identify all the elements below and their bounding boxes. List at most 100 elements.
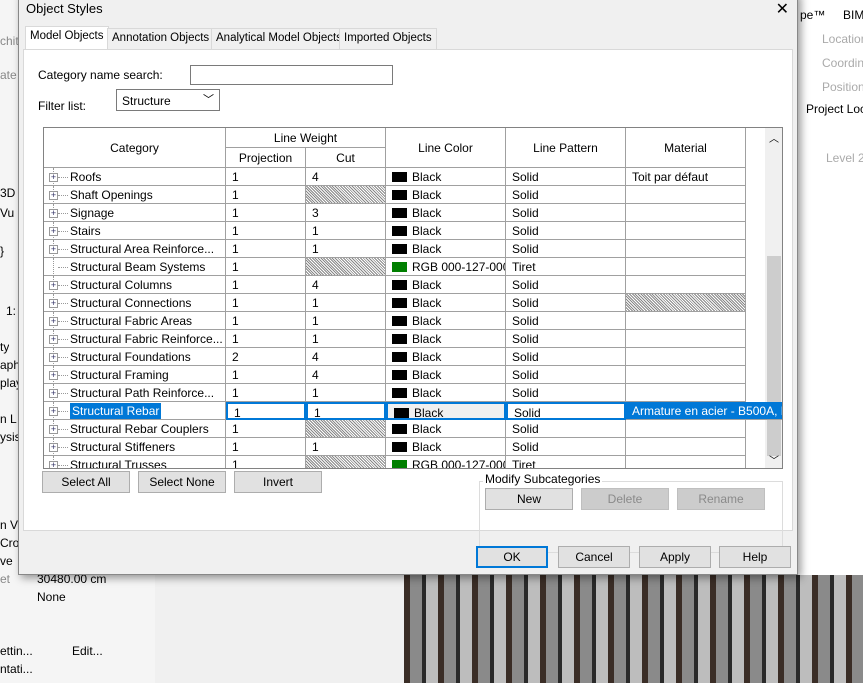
category-cell[interactable]: + Structural Rebar bbox=[44, 402, 226, 420]
cut-cell[interactable]: 1 bbox=[306, 384, 386, 402]
material-cell[interactable] bbox=[626, 294, 746, 312]
table-row[interactable]: + Structural Fabric Reinforce... 1 1 Black So… bbox=[44, 330, 765, 348]
projection-cell[interactable]: 1 bbox=[226, 186, 306, 204]
projection-cell[interactable]: 1 bbox=[226, 402, 306, 420]
projection-cell[interactable]: 1 bbox=[226, 258, 306, 276]
projection-cell[interactable]: 1 bbox=[226, 276, 306, 294]
category-search-input[interactable] bbox=[190, 65, 393, 85]
material-cell[interactable] bbox=[626, 186, 746, 204]
line-color-cell[interactable]: Black bbox=[386, 186, 506, 204]
close-icon[interactable]: ✕ bbox=[776, 0, 789, 19]
expand-icon[interactable]: + bbox=[49, 443, 58, 452]
cut-cell[interactable] bbox=[306, 420, 386, 438]
header-projection[interactable]: Projection bbox=[226, 148, 306, 168]
line-pattern-cell[interactable]: Tiret bbox=[506, 258, 626, 276]
expand-icon[interactable]: + bbox=[49, 425, 58, 434]
line-color-cell[interactable]: Black bbox=[386, 438, 506, 456]
material-cell[interactable] bbox=[626, 276, 746, 294]
material-cell[interactable] bbox=[626, 456, 746, 468]
table-row[interactable]: + Structural Columns 1 4 Black Solid bbox=[44, 276, 765, 294]
expand-icon[interactable]: + bbox=[49, 245, 58, 254]
cut-cell[interactable]: 4 bbox=[306, 276, 386, 294]
cut-cell[interactable] bbox=[306, 456, 386, 468]
cut-cell[interactable] bbox=[306, 186, 386, 204]
header-line-color[interactable]: Line Color bbox=[386, 128, 506, 168]
line-color-cell[interactable]: Black bbox=[386, 168, 506, 186]
expand-icon[interactable]: + bbox=[49, 173, 58, 182]
expand-icon[interactable]: + bbox=[49, 227, 58, 236]
line-color-cell[interactable]: Black bbox=[386, 240, 506, 258]
table-row[interactable]: + Shaft Openings 1 Black Solid bbox=[44, 186, 765, 204]
table-row[interactable]: + Structural Rebar 1 1 Black Solid Armature en… bbox=[44, 402, 782, 420]
line-color-cell[interactable]: Black bbox=[386, 330, 506, 348]
projection-cell[interactable]: 1 bbox=[226, 456, 306, 468]
projection-cell[interactable]: 1 bbox=[226, 420, 306, 438]
table-row[interactable]: + Signage 1 3 Black Solid bbox=[44, 204, 765, 222]
cut-cell[interactable]: 1 bbox=[306, 312, 386, 330]
table-row[interactable]: + Structural Trusses 1 RGB 000-127-000 Tiret bbox=[44, 456, 765, 468]
table-row[interactable]: + Roofs 1 4 Black Solid Toit par défaut bbox=[44, 168, 765, 186]
tab-analytical-model-objects[interactable]: Analytical Model Objects bbox=[211, 28, 347, 49]
category-cell[interactable]: + Structural Foundations bbox=[44, 348, 226, 366]
expand-icon[interactable]: + bbox=[49, 371, 58, 380]
expand-icon[interactable]: + bbox=[49, 209, 58, 218]
line-pattern-cell[interactable]: Solid bbox=[506, 348, 626, 366]
material-cell[interactable]: Toit par défaut bbox=[626, 168, 746, 186]
expand-icon[interactable]: + bbox=[49, 461, 58, 468]
material-cell[interactable] bbox=[626, 312, 746, 330]
material-cell[interactable]: Armature en acier - B500A, B ou C bbox=[626, 402, 782, 420]
line-pattern-cell[interactable]: Solid bbox=[506, 366, 626, 384]
material-cell[interactable] bbox=[626, 204, 746, 222]
category-cell[interactable]: Structural Beam Systems bbox=[44, 258, 226, 276]
line-pattern-cell[interactable]: Solid bbox=[506, 168, 626, 186]
line-color-cell[interactable]: Black bbox=[386, 348, 506, 366]
line-pattern-cell[interactable]: Solid bbox=[506, 240, 626, 258]
apply-button[interactable]: Apply bbox=[639, 546, 711, 568]
line-color-cell[interactable]: RGB 000-127-000 bbox=[386, 258, 506, 276]
delete-subcategory-button[interactable]: Delete bbox=[581, 488, 669, 510]
scroll-up-icon[interactable]: ︿ bbox=[769, 130, 779, 145]
cut-cell[interactable]: 4 bbox=[306, 366, 386, 384]
material-cell[interactable] bbox=[626, 330, 746, 348]
category-cell[interactable]: + Structural Stiffeners bbox=[44, 438, 226, 456]
table-row[interactable]: + Structural Foundations 2 4 Black Solid bbox=[44, 348, 765, 366]
header-cut[interactable]: Cut bbox=[306, 148, 386, 168]
projection-cell[interactable]: 1 bbox=[226, 384, 306, 402]
line-color-cell[interactable]: Black bbox=[386, 204, 506, 222]
expand-icon[interactable]: + bbox=[49, 281, 58, 290]
material-cell[interactable] bbox=[626, 438, 746, 456]
new-subcategory-button[interactable]: New bbox=[485, 488, 573, 510]
category-cell[interactable]: + Roofs bbox=[44, 168, 226, 186]
line-pattern-cell[interactable]: Solid bbox=[506, 384, 626, 402]
header-line-pattern[interactable]: Line Pattern bbox=[506, 128, 626, 168]
line-pattern-cell[interactable]: Solid bbox=[506, 402, 626, 420]
expand-icon[interactable]: + bbox=[49, 407, 58, 416]
cut-cell[interactable]: 4 bbox=[306, 348, 386, 366]
help-button[interactable]: Help bbox=[719, 546, 791, 568]
expand-icon[interactable]: + bbox=[49, 389, 58, 398]
line-color-cell[interactable]: Black bbox=[386, 384, 506, 402]
rename-subcategory-button[interactable]: Rename bbox=[677, 488, 765, 510]
line-pattern-cell[interactable]: Solid bbox=[506, 186, 626, 204]
projection-cell[interactable]: 2 bbox=[226, 348, 306, 366]
line-pattern-cell[interactable]: Solid bbox=[506, 312, 626, 330]
category-cell[interactable]: + Structural Path Reinforce... bbox=[44, 384, 226, 402]
table-row[interactable]: + Structural Connections 1 1 Black Solid bbox=[44, 294, 765, 312]
line-pattern-cell[interactable]: Solid bbox=[506, 438, 626, 456]
line-color-cell[interactable]: Black bbox=[386, 312, 506, 330]
table-row[interactable]: + Structural Rebar Couplers 1 Black Solid bbox=[44, 420, 765, 438]
select-none-button[interactable]: Select None bbox=[138, 471, 226, 493]
category-cell[interactable]: + Structural Rebar Couplers bbox=[44, 420, 226, 438]
category-cell[interactable]: + Stairs bbox=[44, 222, 226, 240]
scrollbar-thumb[interactable] bbox=[767, 256, 781, 456]
cut-cell[interactable]: 1 bbox=[306, 222, 386, 240]
material-cell[interactable] bbox=[626, 384, 746, 402]
projection-cell[interactable]: 1 bbox=[226, 240, 306, 258]
material-cell[interactable] bbox=[626, 348, 746, 366]
cut-cell[interactable]: 1 bbox=[306, 240, 386, 258]
material-cell[interactable] bbox=[626, 258, 746, 276]
line-color-cell[interactable]: Black bbox=[386, 366, 506, 384]
cut-cell[interactable]: 1 bbox=[306, 330, 386, 348]
header-category[interactable]: Category bbox=[44, 128, 226, 168]
category-cell[interactable]: + Structural Trusses bbox=[44, 456, 226, 468]
